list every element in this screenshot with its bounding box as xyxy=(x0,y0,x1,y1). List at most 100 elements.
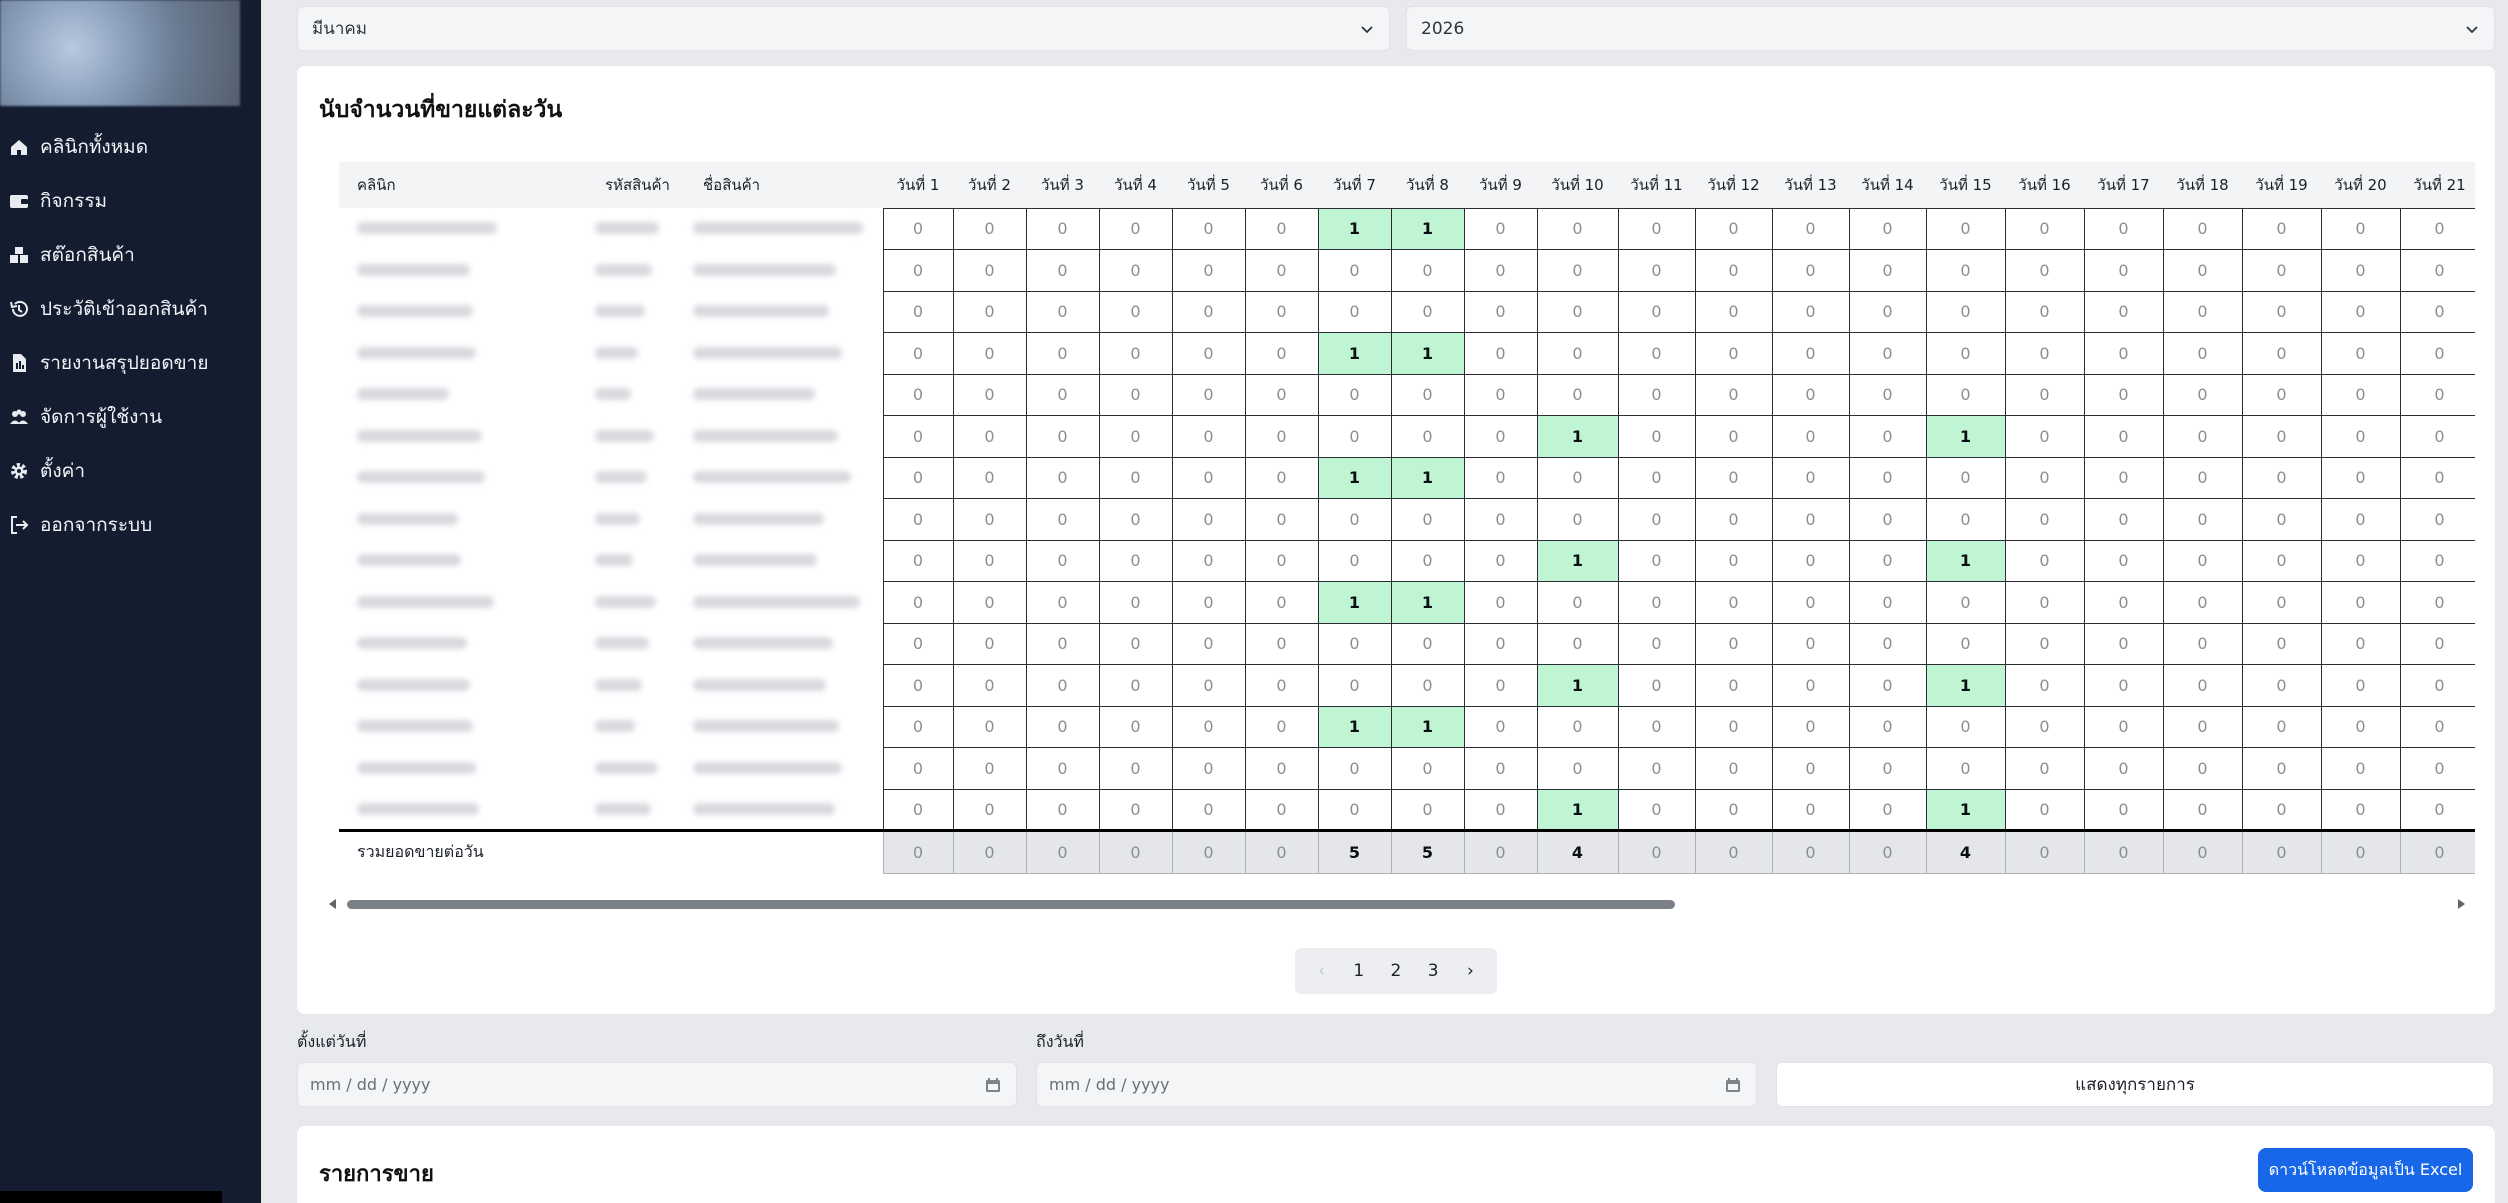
sidebar-item-label: ออกจากระบบ xyxy=(40,514,153,536)
day-count-cell: 0 xyxy=(1536,373,1619,416)
redacted-cell xyxy=(339,332,587,374)
pagination-page-3[interactable]: 3 xyxy=(1418,961,1448,981)
day-count-cell: 0 xyxy=(2399,788,2475,831)
day-count-cell: 0 xyxy=(882,498,954,541)
day-count-cell: 0 xyxy=(952,249,1027,292)
day-count-cell: 0 xyxy=(1244,705,1319,748)
month-select-value: มีนาคม xyxy=(312,19,367,39)
day-count-cell: 0 xyxy=(1617,373,1696,416)
day-count-cell: 0 xyxy=(1244,664,1319,707)
scroll-right-arrow[interactable] xyxy=(2458,899,2465,909)
scroll-left-arrow[interactable] xyxy=(329,899,336,909)
redacted-cell xyxy=(685,623,883,665)
day-count-cell: 0 xyxy=(1171,415,1246,458)
redacted-cell xyxy=(685,374,883,416)
day-count-cell: 1 xyxy=(1317,581,1392,624)
pagination-page-1[interactable]: 1 xyxy=(1344,961,1374,981)
day-count-cell: 0 xyxy=(2241,622,2322,665)
history-icon xyxy=(10,300,28,317)
day-count-cell: 0 xyxy=(2004,622,2085,665)
year-select[interactable]: 2026 xyxy=(1406,6,2495,51)
column-header-day: วันที่ 13 xyxy=(1772,162,1849,208)
day-count-cell: 0 xyxy=(1771,249,1850,292)
column-header-day: วันที่ 10 xyxy=(1537,162,1618,208)
day-count-cell: 0 xyxy=(1098,581,1173,624)
pagination-page-2[interactable]: 2 xyxy=(1381,961,1411,981)
table-row: 000000110000000000000 xyxy=(339,581,2475,624)
show-all-button[interactable]: แสดงทุกรายการ xyxy=(1776,1062,2494,1107)
totals-label: รวมยอดขายต่อวัน xyxy=(339,829,883,874)
day-count-cell: 0 xyxy=(1694,415,1773,458)
sidebar-item-6[interactable]: จัดการผู้ใช้งาน xyxy=(0,390,261,444)
scroll-thumb[interactable] xyxy=(347,900,1675,909)
day-total-cell: 0 xyxy=(1463,829,1538,874)
day-count-cell: 0 xyxy=(1463,498,1538,541)
day-count-cell: 0 xyxy=(2399,581,2475,624)
calendar-icon[interactable] xyxy=(1724,1076,1742,1094)
day-count-cell: 0 xyxy=(1025,249,1100,292)
to-date-placeholder: mm / dd / yyyy xyxy=(1049,1075,1170,1094)
from-date-input[interactable]: mm / dd / yyyy xyxy=(297,1062,1017,1107)
day-count-cell: 1 xyxy=(1390,581,1465,624)
download-excel-button[interactable]: ดาวน์โหลดข้อมูลเป็น Excel xyxy=(2258,1148,2473,1192)
day-count-cell: 0 xyxy=(2162,332,2243,375)
day-total-cell: 0 xyxy=(2399,829,2475,874)
day-count-cell: 0 xyxy=(1390,747,1465,790)
day-count-cell: 1 xyxy=(1317,332,1392,375)
day-count-cell: 0 xyxy=(2241,456,2322,499)
table-row: 000000000000000000000 xyxy=(339,622,2475,665)
day-count-cell: 0 xyxy=(1771,456,1850,499)
pagination-next[interactable]: › xyxy=(1455,961,1485,981)
sidebar-item-1[interactable]: คลินิกทั้งหมด xyxy=(0,120,261,174)
sidebar-item-2[interactable]: กิจกรรม xyxy=(0,174,261,228)
day-total-cell: 0 xyxy=(1025,829,1100,874)
sidebar: คลินิกทั้งหมด กิจกรรม สต๊อกสินค้า ประวัติเข… xyxy=(0,0,261,1203)
day-count-cell: 0 xyxy=(1390,622,1465,665)
day-count-cell: 0 xyxy=(2241,207,2322,250)
redacted-cell xyxy=(339,415,587,457)
day-count-cell: 0 xyxy=(1694,456,1773,499)
daily-sales-table-wrapper[interactable]: คลินิก รหัสสินค้า ชื่อสินค้า วันที่ 1 วันที่… xyxy=(339,162,2475,962)
calendar-icon[interactable] xyxy=(984,1076,1002,1094)
redacted-text xyxy=(357,595,494,608)
redacted-cell xyxy=(339,581,587,623)
sidebar-item-8[interactable]: ออกจากระบบ xyxy=(0,498,261,552)
day-count-cell: 0 xyxy=(882,456,954,499)
pagination-prev[interactable]: ‹ xyxy=(1307,961,1337,981)
redacted-text xyxy=(357,802,479,815)
sidebar-item-5[interactable]: รายงานสรุปยอดขาย xyxy=(0,336,261,390)
day-count-cell: 0 xyxy=(1171,664,1246,707)
redacted-cell xyxy=(339,498,587,540)
sidebar-item-4[interactable]: ประวัติเข้าออกสินค้า xyxy=(0,282,261,336)
day-count-cell: 0 xyxy=(2241,747,2322,790)
boxes-icon xyxy=(10,247,28,263)
day-count-cell: 0 xyxy=(1171,539,1246,582)
day-count-cell: 0 xyxy=(1244,415,1319,458)
day-total-cell: 0 xyxy=(1694,829,1773,874)
sidebar-item-3[interactable]: สต๊อกสินค้า xyxy=(0,228,261,282)
day-count-cell: 0 xyxy=(952,498,1027,541)
day-count-cell: 0 xyxy=(1463,249,1538,292)
day-count-cell: 0 xyxy=(1025,498,1100,541)
redacted-text xyxy=(693,429,838,442)
to-date-input[interactable]: mm / dd / yyyy xyxy=(1036,1062,1757,1107)
day-count-cell: 0 xyxy=(1617,581,1696,624)
day-count-cell: 0 xyxy=(2320,373,2401,416)
month-select[interactable]: มีนาคม xyxy=(297,6,1390,51)
day-count-cell: 0 xyxy=(1171,622,1246,665)
day-count-cell: 0 xyxy=(1244,622,1319,665)
horizontal-scrollbar[interactable] xyxy=(327,896,2477,912)
day-count-cell: 0 xyxy=(882,332,954,375)
day-count-cell: 0 xyxy=(1771,373,1850,416)
day-count-cell: 0 xyxy=(2162,373,2243,416)
sidebar-nav: คลินิกทั้งหมด กิจกรรม สต๊อกสินค้า ประวัติเข… xyxy=(0,120,261,552)
day-count-cell: 0 xyxy=(1171,581,1246,624)
redacted-cell xyxy=(339,664,587,706)
column-header-day: วันที่ 5 xyxy=(1172,162,1245,208)
day-count-cell: 0 xyxy=(1025,705,1100,748)
table-row: 000000000000000000000 xyxy=(339,498,2475,541)
day-count-cell: 0 xyxy=(1848,788,1927,831)
day-count-cell: 0 xyxy=(952,373,1027,416)
day-count-cell: 0 xyxy=(2083,373,2164,416)
sidebar-item-7[interactable]: ตั้งค่า xyxy=(0,444,261,498)
